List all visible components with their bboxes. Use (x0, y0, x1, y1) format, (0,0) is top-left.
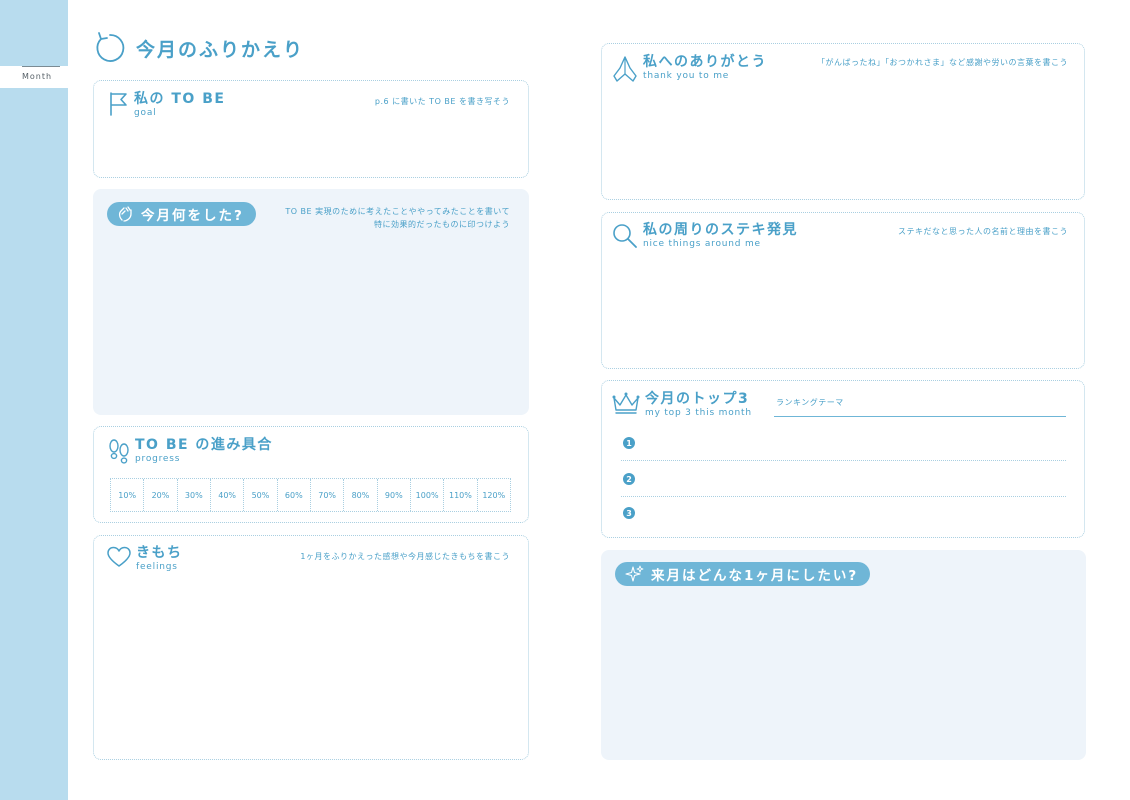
to-be-title: 私の TO BE (134, 91, 226, 107)
praying-hands-icon (613, 56, 637, 82)
top3-title: 今月のトップ3 (645, 391, 750, 407)
ranking-theme-label: ランキングテーマ (776, 398, 844, 407)
crown-icon (612, 392, 640, 414)
month-tab: Month (0, 66, 68, 88)
did-pill: 今月何をした? (107, 202, 256, 226)
did-hint-line1: TO BE 実現のために考えたことややってみたことを書いて (285, 207, 510, 216)
thanks-subtitle: thank you to me (643, 71, 730, 81)
month-tab-rule (22, 66, 60, 67)
sparkle-icon (625, 565, 644, 582)
progress-cell[interactable]: 90% (376, 479, 410, 511)
progress-cell[interactable]: 10% (111, 479, 143, 511)
rank-number-badge: 2 (623, 473, 635, 485)
page-title-text: 今月のふりかえり (136, 38, 305, 61)
rank-row[interactable]: 1 (621, 427, 1066, 461)
nice-header: 私の周りのステキ発見 nice things around me (611, 222, 798, 250)
sidebar (0, 0, 68, 800)
progress-cell[interactable]: 100% (409, 479, 443, 511)
progress-cell[interactable]: 120% (476, 479, 510, 511)
progress-subtitle: progress (135, 454, 181, 464)
rank-row[interactable]: 3 (621, 497, 1066, 531)
to-be-subtitle: goal (134, 108, 157, 118)
progress-cell[interactable]: 110% (443, 479, 476, 511)
to-be-hint: p.6 に書いた TO BE を書き写そう (374, 97, 510, 106)
feelings-header: きもち feelings (106, 545, 183, 573)
nice-hint: ステキだなと思った人の名前と理由を書こう (898, 227, 1068, 236)
did-hint-line2: 特に効果的だったものに印つけよう (374, 220, 510, 229)
month-label: Month (22, 72, 53, 81)
progress-cell[interactable]: 30% (176, 479, 210, 511)
feelings-hint: 1ヶ月をふりかえった感想や今月感じたきもちを書こう (300, 552, 510, 561)
ranking-theme-input-line[interactable] (774, 416, 1066, 417)
rank-row[interactable]: 2 (621, 463, 1066, 497)
feelings-subtitle: feelings (136, 562, 178, 572)
footprints-icon (109, 439, 129, 464)
page-title: 今月のふりかえり (92, 28, 304, 68)
feelings-title: きもち (136, 545, 183, 561)
progress-cell[interactable]: 50% (243, 479, 276, 511)
clap-icon (118, 206, 132, 222)
progress-title: TO BE の進み具合 (135, 437, 273, 453)
top3-subtitle: my top 3 this month (645, 408, 752, 418)
flag-icon (110, 92, 127, 116)
thanks-header: 私へのありがとう thank you to me (611, 54, 767, 84)
next-month-title: 来月はどんな1ヶ月にしたい? (651, 568, 859, 584)
progress-header: TO BE の進み具合 progress (107, 437, 273, 465)
to-be-header: 私の TO BE goal (108, 91, 225, 119)
thanks-title: 私へのありがとう (643, 54, 767, 70)
progress-scale: 10% 20% 30% 40% 50% 60% 70% 80% 90% 100%… (110, 478, 511, 512)
thanks-hint: 「がんばったね」「おつかれさま」など感謝や労いの言葉を書こう (817, 58, 1068, 67)
progress-cell[interactable]: 70% (309, 479, 343, 511)
refresh-icon (96, 32, 125, 62)
nice-subtitle: nice things around me (643, 239, 761, 249)
search-icon (613, 224, 637, 248)
rank-number-badge: 3 (623, 507, 635, 519)
did-hint: TO BE 実現のために考えたことややってみたことを書いて 特に効果的だったもの… (285, 205, 510, 231)
did-title: 今月何をした? (141, 208, 244, 224)
heart-icon (107, 546, 131, 567)
progress-cell[interactable]: 60% (276, 479, 310, 511)
progress-cell[interactable]: 40% (209, 479, 243, 511)
progress-cell[interactable]: 20% (143, 479, 176, 511)
top3-header: 今月のトップ3 my top 3 this month (611, 391, 752, 419)
progress-cell[interactable]: 80% (343, 479, 376, 511)
rank-number-badge: 1 (623, 437, 635, 449)
next-month-pill: 来月はどんな1ヶ月にしたい? (615, 562, 871, 586)
nice-title: 私の周りのステキ発見 (643, 222, 798, 238)
